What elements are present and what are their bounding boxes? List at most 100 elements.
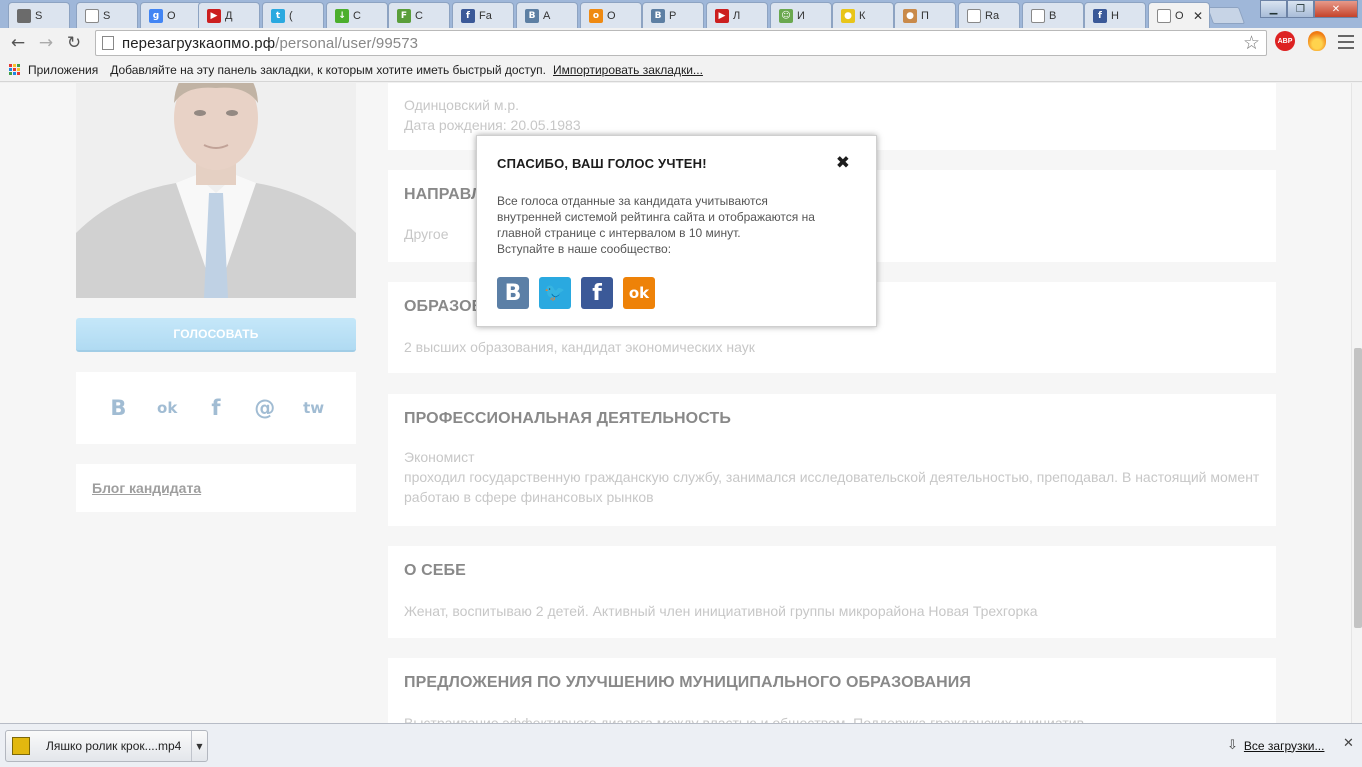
close-shelf-icon[interactable]: ✕ [1343,736,1354,751]
download-item[interactable]: Ляшко ролик крок....mp4 ▼ [5,730,208,762]
new-tab-button[interactable] [1206,7,1246,24]
video-file-icon [12,737,30,755]
browser-tab[interactable]: ☺ И [770,2,832,28]
google-icon: g [149,8,163,23]
download-arrow-icon: ⇩ [1227,738,1238,753]
browser-tab[interactable]: Ra [958,2,1020,28]
tab-close-icon[interactable]: ✕ [1193,9,1203,23]
browser-tab[interactable]: О ✕ [1148,2,1210,28]
browser-tab[interactable]: f Fa [452,2,514,28]
youtube-icon: ▶ [715,8,729,23]
vk-icon: В [651,8,665,23]
browser-tab-strip: S Sg О ▶ Дt(↓ С F Сf Fa В Ао О В Р ▶ Л ☺ И ● К ● П Ra Вf Н О ✕ ▁ ❐… [0,0,1362,28]
tab-label: О [167,9,176,22]
minimize-button[interactable]: ▁ [1260,0,1287,18]
browser-menu-icon[interactable] [1338,35,1354,49]
window-close-button[interactable]: ✕ [1314,0,1358,18]
all-downloads-link[interactable]: ⇩ Все загрузки... [1227,738,1324,753]
twitter-social-icon[interactable]: 🐦 [539,277,571,309]
odnoklassniki-icon: о [589,8,603,23]
apps-link[interactable]: Приложения [28,63,98,77]
browser-tab[interactable]: t( [262,2,324,28]
import-bookmarks-link[interactable]: Импортировать закладки... [553,63,703,77]
facebook-social-icon[interactable]: f [581,277,613,309]
tab-label: Fa [479,9,492,22]
close-icon[interactable]: ✖ [836,153,850,173]
tab-label: О [1175,10,1184,22]
browser-tab[interactable]: ● П [894,2,956,28]
extension-flame-icon[interactable] [1308,31,1326,51]
facebook-icon: f [461,8,475,23]
browser-tab[interactable]: S [8,2,70,28]
bookmarks-bar: Приложения Добавляйте на эту панель закл… [0,58,1362,82]
scrollbar-thumb[interactable] [1354,348,1362,628]
vk-icon: В [525,8,539,23]
browser-tab[interactable]: В [1022,2,1084,28]
vote-confirmation-modal: СПАСИБО, ВАШ ГОЛОС УЧТЕН! ✖ Все голоса о… [476,135,877,327]
feedly-icon: F [397,8,411,23]
browser-tab[interactable]: gО [140,2,202,28]
coin-icon: ● [841,8,855,23]
chrome-icon [17,8,31,23]
modal-text-line: внутренней системой рейтинга сайта и ото… [497,210,815,224]
tab-label: А [543,9,551,22]
browser-tab[interactable]: ▶ Д [198,2,260,28]
vk-social-icon[interactable]: B [497,277,529,309]
tab-label: Р [669,9,677,22]
download-file-name: Ляшко ролик крок....mp4 [46,739,182,753]
chevron-down-icon[interactable]: ▼ [191,731,207,761]
forward-arrow-icon[interactable]: → [35,32,57,54]
page-icon [1157,9,1171,23]
page-icon [102,36,114,50]
back-arrow-icon[interactable]: ← [7,32,29,54]
tab-label: S [103,9,111,22]
browser-tab[interactable]: ▶ Л [706,2,768,28]
tab-label: П [921,9,929,22]
browser-tab[interactable]: S [76,2,138,28]
page-icon [1031,8,1045,23]
twitter-icon: t [271,8,285,23]
browser-tab[interactable]: fН [1084,2,1146,28]
tab-label: Л [733,9,741,22]
page-icon [85,8,99,23]
reload-icon[interactable]: ↻ [63,32,85,54]
tab-label: С [415,9,423,22]
url-path: /personal/user/99573 [275,34,419,52]
apps-grid-icon[interactable] [9,63,21,76]
modal-text-line: Все голоса отданные за кандидата учитыва… [497,194,768,208]
maximize-button[interactable]: ❐ [1287,0,1314,18]
address-bar[interactable]: перезагрузкаопмо.рф/personal/user/99573 … [95,30,1267,56]
tab-label: О [607,9,616,22]
odnoklassniki-social-icon[interactable]: ok [623,277,655,309]
tab-label: Н [1111,9,1119,22]
browser-tab[interactable]: FС [388,2,450,28]
smiley-icon: ☺ [779,8,793,23]
youtube-icon: ▶ [207,8,221,23]
browser-tab[interactable]: оО [580,2,642,28]
url-text: перезагрузкаопмо.рф/personal/user/99573 [122,35,418,52]
browser-tab[interactable]: ВР [642,2,704,28]
tab-label: ( [289,9,293,22]
bookmark-star-icon[interactable]: ☆ [1243,32,1260,54]
browser-tab[interactable]: ↓ С [326,2,388,28]
browser-tab[interactable]: ● К [832,2,894,28]
modal-text-line: Вступайте в наше сообщество: [497,242,672,256]
tab-label: S [35,9,43,22]
tab-label: Ra [985,9,1000,22]
browser-tab[interactable]: ВА [516,2,578,28]
modal-social-icons: B 🐦 f ok [497,277,856,309]
bookmarks-hint: Добавляйте на эту панель закладки, к кот… [110,62,546,77]
modal-text-line: главной странице с интервалом в 10 минут… [497,226,741,240]
tab-label: С [353,9,361,22]
tab-label: Д [225,9,233,22]
adblock-label: ABP [1277,37,1293,45]
adblock-icon[interactable]: ABP [1275,31,1295,51]
page-scrollbar[interactable] [1351,83,1362,723]
download-shelf: Ляшко ролик крок....mp4 ▼ ⇩ Все загрузки… [0,723,1362,767]
facebook-icon: f [1093,8,1107,23]
url-host: перезагрузкаопмо.рф [122,34,276,52]
browser-toolbar: ← → ↻ перезагрузкаопмо.рф/personal/user/… [0,28,1362,58]
tab-label: К [859,9,866,22]
page-content: ГОЛОСОВАТЬ Bok f @ tw Блог кандидата Одинцо… [0,83,1351,723]
download-icon: ↓ [335,8,349,23]
